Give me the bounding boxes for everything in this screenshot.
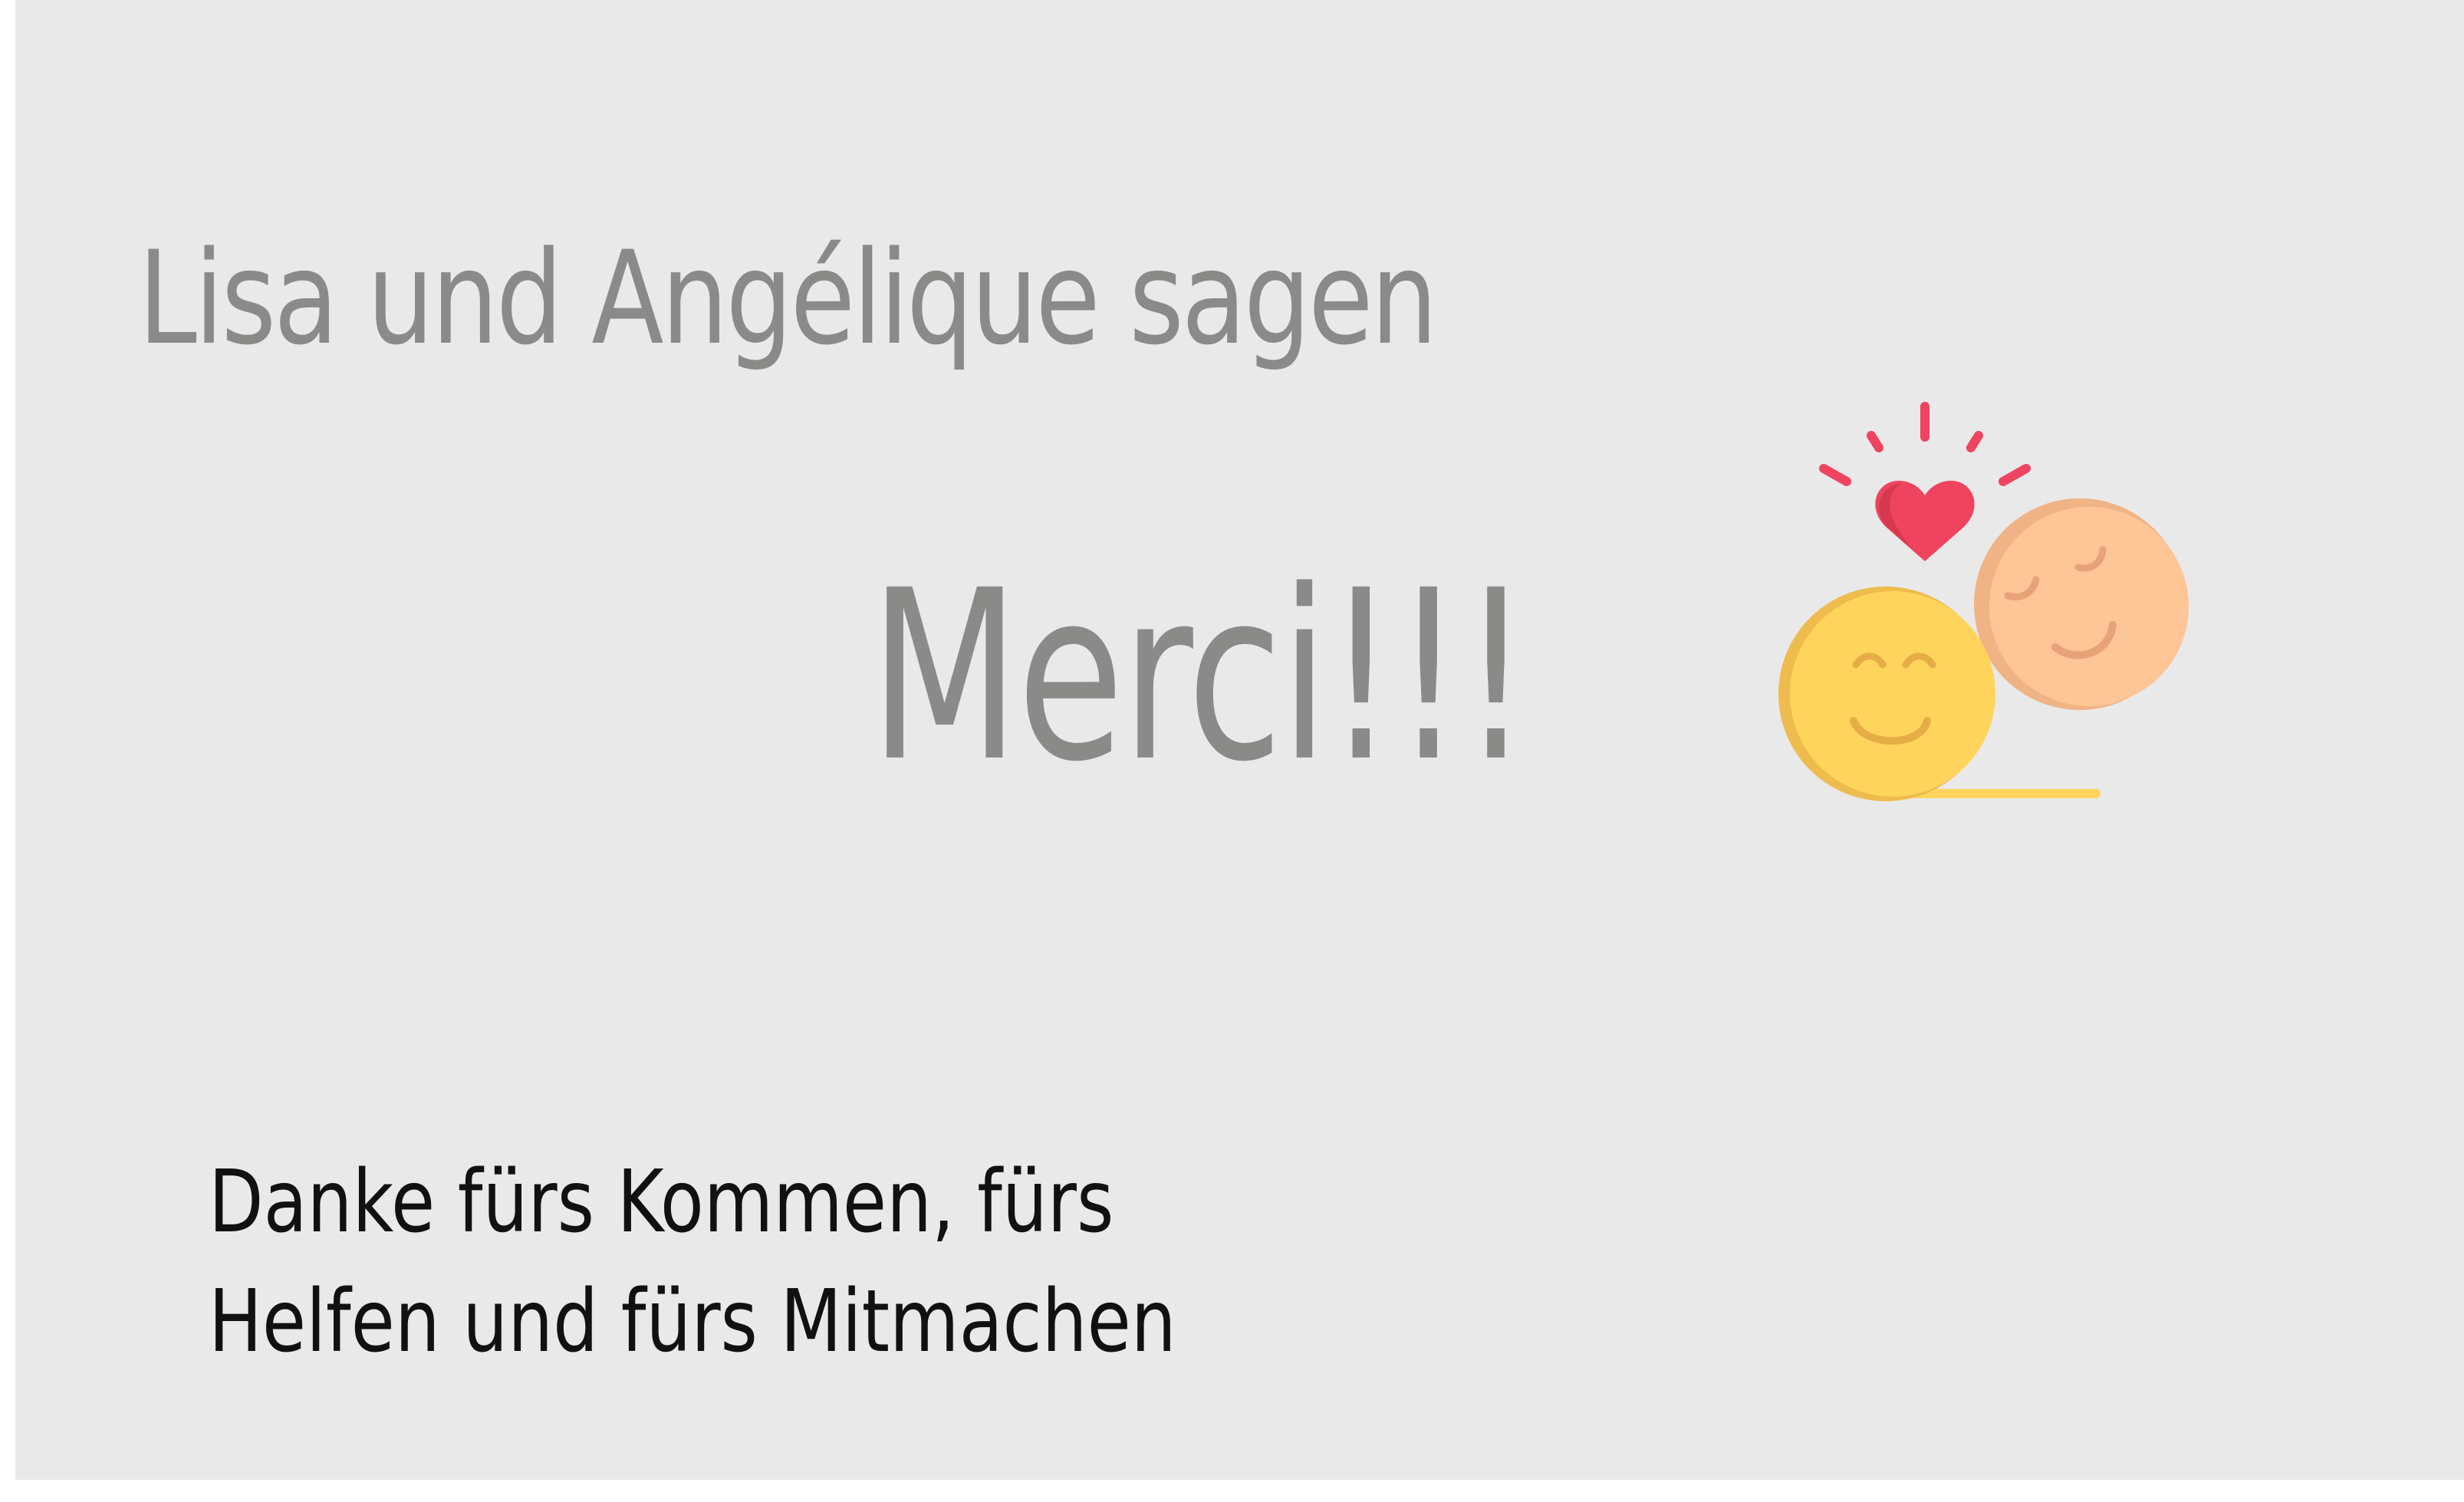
thanks-line-2: Helfen und fürs Mitmachen [209, 1272, 1176, 1372]
headline-text: Lisa und Angélique sagen [138, 223, 1438, 373]
thanks-message: Danke fürs Kommen, fürs Helfen und fürs … [209, 1142, 1176, 1382]
heart-icon [1875, 480, 1975, 561]
yellow-face-icon [1778, 587, 1995, 801]
couple-smileys-with-heart-icon [1778, 402, 2189, 801]
merci-title: Merci!!! [870, 541, 1531, 813]
peach-face-icon [1974, 498, 2189, 710]
sparkle-rays [1819, 402, 2031, 486]
slide-card: Lisa und Angélique sagen Merci!!! Danke … [15, 0, 2464, 1480]
thanks-line-1: Danke fürs Kommen, fürs [209, 1152, 1114, 1252]
